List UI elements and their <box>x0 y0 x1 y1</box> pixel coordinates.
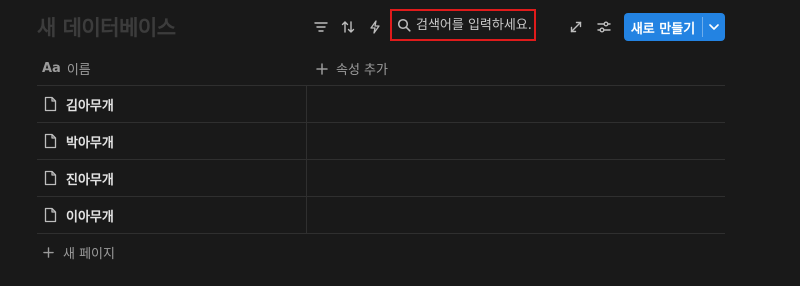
expand-icon[interactable] <box>563 14 589 40</box>
table-header: Aa 이름 속성 추가 <box>37 52 725 86</box>
filter-icon[interactable] <box>308 14 334 40</box>
new-page-button[interactable]: 새 페이지 <box>43 240 115 264</box>
table-row[interactable]: 박아무개 <box>37 123 725 160</box>
table-row[interactable]: 김아무개 <box>37 86 725 123</box>
row-title[interactable]: 이아무개 <box>66 206 114 225</box>
search-input[interactable] <box>416 17 534 33</box>
page-icon <box>44 96 57 112</box>
new-page-label: 새 페이지 <box>63 246 115 262</box>
table-row[interactable]: 진아무개 <box>37 160 725 197</box>
name-cell[interactable]: 박아무개 <box>37 123 307 159</box>
table-row[interactable]: 이아무개 <box>37 197 725 234</box>
plus-icon <box>43 246 54 258</box>
database-title[interactable]: 새 데이터베이스 <box>37 12 176 42</box>
search-box[interactable] <box>390 9 536 41</box>
new-button-label[interactable]: 새로 만들기 <box>624 13 702 41</box>
name-cell[interactable]: 김아무개 <box>37 86 307 122</box>
column-header-name[interactable]: Aa 이름 <box>42 52 91 85</box>
chevron-down-icon[interactable] <box>703 13 725 41</box>
search-icon <box>397 18 411 32</box>
row-title[interactable]: 박아무개 <box>66 132 114 151</box>
text-type-icon: Aa <box>42 61 61 76</box>
lightning-icon[interactable] <box>362 14 388 40</box>
add-property-button[interactable]: 속성 추가 <box>316 52 388 85</box>
page-icon <box>44 207 57 223</box>
name-cell[interactable]: 진아무개 <box>37 160 307 196</box>
page-icon <box>44 170 57 186</box>
page-icon <box>44 133 57 149</box>
row-title[interactable]: 진아무개 <box>66 169 114 188</box>
column-header-label: 이름 <box>66 63 91 78</box>
name-cell[interactable]: 이아무개 <box>37 197 307 233</box>
new-button[interactable]: 새로 만들기 <box>624 13 725 41</box>
sort-icon[interactable] <box>335 14 361 40</box>
plus-icon <box>316 62 328 75</box>
row-title[interactable]: 김아무개 <box>66 95 114 114</box>
add-property-label: 속성 추가 <box>336 63 388 78</box>
settings-sliders-icon[interactable] <box>591 14 617 40</box>
